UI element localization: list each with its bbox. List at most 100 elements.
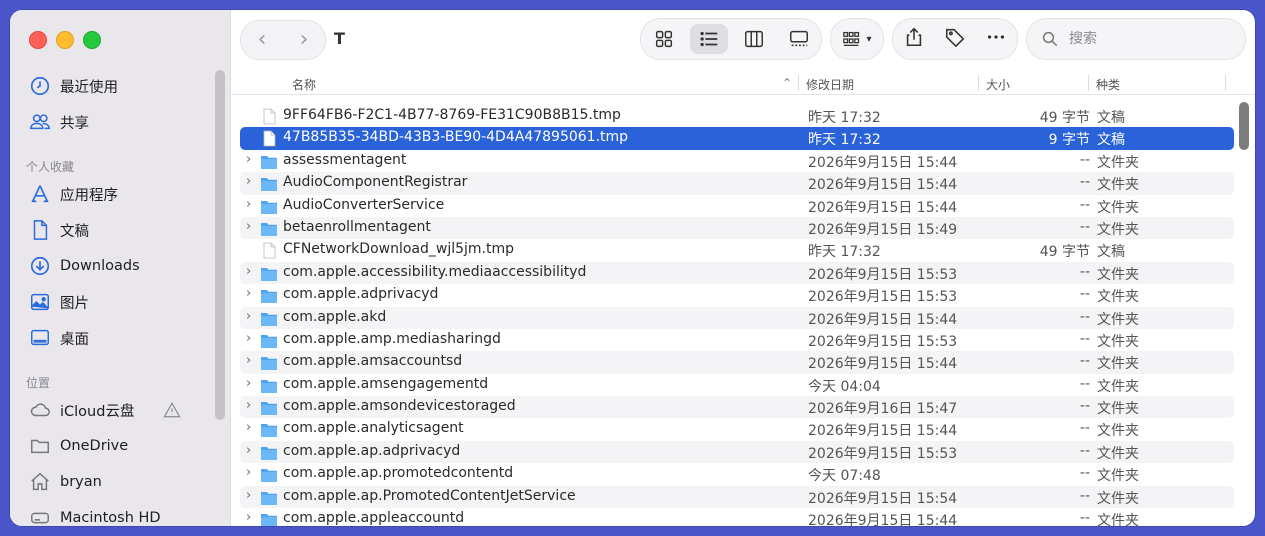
disclosure-chevron-icon[interactable]: › [246,197,258,212]
sidebar-item-onedrive[interactable]: OneDrive [28,431,128,461]
column-divider[interactable] [798,75,799,91]
disclosure-chevron-icon[interactable]: › [246,488,258,503]
file-list-scrollbar[interactable] [1239,102,1249,150]
sidebar-item-shared[interactable]: 共享 [28,107,89,137]
folder-icon [261,155,277,169]
file-kind: 文件夹 [1097,468,1139,485]
column-divider[interactable] [978,75,979,91]
gallery-view-button[interactable] [780,24,818,54]
more-icon[interactable] [985,26,1007,52]
column-name[interactable]: 名称 [292,76,316,93]
table-row[interactable]: › com.apple.ap.promotedcontentd 今天 07:48 --… [240,463,1234,485]
disclosure-chevron-icon[interactable]: › [246,286,258,301]
table-row[interactable]: › com.apple.appleaccountd 2026年9月15日 15:44… [240,508,1234,526]
file-kind: 文件夹 [1097,423,1139,440]
disclosure-chevron-icon[interactable]: › [246,398,258,413]
sidebar-item-downloads[interactable]: Downloads [28,251,140,281]
disclosure-chevron-icon[interactable]: › [246,510,258,525]
file-name: betaenrollmentagent [283,218,431,235]
table-row[interactable]: CFNetworkDownload_wjl5jm.tmp 昨天 17:32 49 字… [240,239,1234,261]
file-size: -- [1079,487,1090,504]
document-icon [28,218,52,242]
warning-icon[interactable] [163,401,181,423]
disclosure-chevron-icon[interactable]: › [246,219,258,234]
file-size: 49 字节 [1039,244,1090,261]
column-divider[interactable] [1088,75,1089,91]
table-row[interactable]: › AudioComponentRegistrar 2026年9月15日 15:44… [240,172,1234,195]
table-row[interactable]: › com.apple.amp.mediasharingd 2026年9月15日 1… [240,329,1234,351]
search-input[interactable] [1067,30,1231,48]
table-row[interactable]: › com.apple.amsondevicestoraged 2026年9月16日… [240,396,1234,419]
sort-ascending-icon[interactable]: ⌃ [782,76,792,90]
folder-icon [261,379,277,393]
table-row[interactable]: › com.apple.ap.adprivacyd 2026年9月15日 15:53… [240,440,1234,464]
table-row[interactable]: › com.apple.accessibility.mediaaccessibil… [240,261,1234,285]
disclosure-chevron-icon[interactable]: › [246,420,258,435]
back-icon[interactable]: ‹ [258,29,267,51]
sidebar-item-desktop[interactable]: 桌面 [28,323,89,353]
folder-icon [28,434,52,458]
disclosure-chevron-icon[interactable]: › [246,309,258,324]
file-kind: 文件夹 [1097,445,1139,462]
table-row[interactable]: › assessmentagent 2026年9月15日 15:44 -- 文件夹 [240,150,1234,172]
sidebar-item-recents[interactable]: 最近使用 [28,71,118,101]
file-name: com.apple.ap.adprivacyd [283,442,461,459]
disclosure-chevron-icon[interactable]: › [246,152,258,167]
table-row[interactable]: › AudioConverterService 2026年9月15日 15:44 --… [240,195,1234,217]
table-row[interactable]: › com.apple.amsaccountsd 2026年9月15日 15:44 -… [240,351,1234,374]
file-date: 2026年9月16日 15:47 [808,401,958,418]
disclosure-chevron-icon[interactable]: › [246,174,258,189]
sidebar-scrollbar[interactable] [215,70,225,420]
sidebar-item-label: 文稿 [60,223,89,240]
sidebar-item-home[interactable]: bryan [28,467,102,497]
table-row[interactable]: › com.apple.amsengagementd 今天 04:04 -- 文件夹 [240,374,1234,396]
columns-icon [744,30,763,48]
disclosure-chevron-icon[interactable]: › [246,376,258,391]
folder-icon [261,357,277,371]
disclosure-chevron-icon[interactable]: › [246,443,258,458]
grid-icon [655,30,672,48]
table-row[interactable]: › betaenrollmentagent 2026年9月15日 15:49 -- 文件… [240,216,1234,240]
sidebar-item-documents[interactable]: 文稿 [28,215,89,245]
forward-icon[interactable]: › [300,29,309,51]
sidebar-item-pictures[interactable]: 图片 [28,287,89,317]
list-view-button[interactable] [689,24,728,54]
home-icon [28,470,52,494]
sidebar-item-icloud[interactable]: iCloud云盘 [28,395,134,425]
icon-view-button[interactable] [645,24,683,54]
column-size[interactable]: 大小 [986,76,1010,93]
column-divider[interactable] [1225,75,1226,91]
minimize-button[interactable] [56,31,74,49]
folder-icon [261,424,277,438]
document-icon [263,242,276,259]
table-row[interactable]: 47B85B35-34BD-43B3-BE90-4D4A47895061.tmp… [240,127,1234,150]
group-by-button[interactable]: ▾ [830,18,884,60]
toolbar: ‹ › T ▾ [230,10,1255,68]
file-name: AudioComponentRegistrar [283,174,468,191]
table-row[interactable]: › com.apple.akd 2026年9月15日 15:44 -- 文件夹 [240,306,1234,329]
search-field[interactable] [1026,18,1246,60]
file-size: -- [1079,420,1090,437]
file-name: com.apple.ap.PromotedContentJetService [283,487,576,504]
disclosure-chevron-icon[interactable]: › [246,465,258,480]
file-name: com.apple.akd [283,308,387,325]
column-date[interactable]: 修改日期 [806,76,854,93]
close-button[interactable] [29,31,47,49]
file-name: com.apple.analyticsagent [283,420,464,437]
share-icon[interactable] [903,26,925,52]
zoom-button[interactable] [83,31,101,49]
disclosure-chevron-icon[interactable]: › [246,353,258,368]
column-view-button[interactable] [735,24,773,54]
table-row[interactable]: › com.apple.ap.PromotedContentJetService 2… [240,485,1234,509]
disclosure-chevron-icon[interactable]: › [246,264,258,279]
table-row[interactable]: 9FF64FB6-F2C1-4B77-8769-FE31C90B8B15.tmp… [240,105,1234,127]
table-row[interactable]: › com.apple.adprivacyd 2026年9月15日 15:53 -- 文… [240,284,1234,306]
file-date: 2026年9月15日 15:53 [808,333,958,350]
file-name: CFNetworkDownload_wjl5jm.tmp [283,241,514,258]
table-row[interactable]: › com.apple.analyticsagent 2026年9月15日 15:4… [240,418,1234,440]
sidebar-item-applications[interactable]: 应用程序 [28,179,118,209]
column-kind[interactable]: 种类 [1096,76,1120,93]
tag-icon[interactable] [944,26,966,52]
disclosure-chevron-icon[interactable]: › [246,331,258,346]
sidebar-item-macintosh-hd[interactable]: Macintosh HD [28,503,161,526]
